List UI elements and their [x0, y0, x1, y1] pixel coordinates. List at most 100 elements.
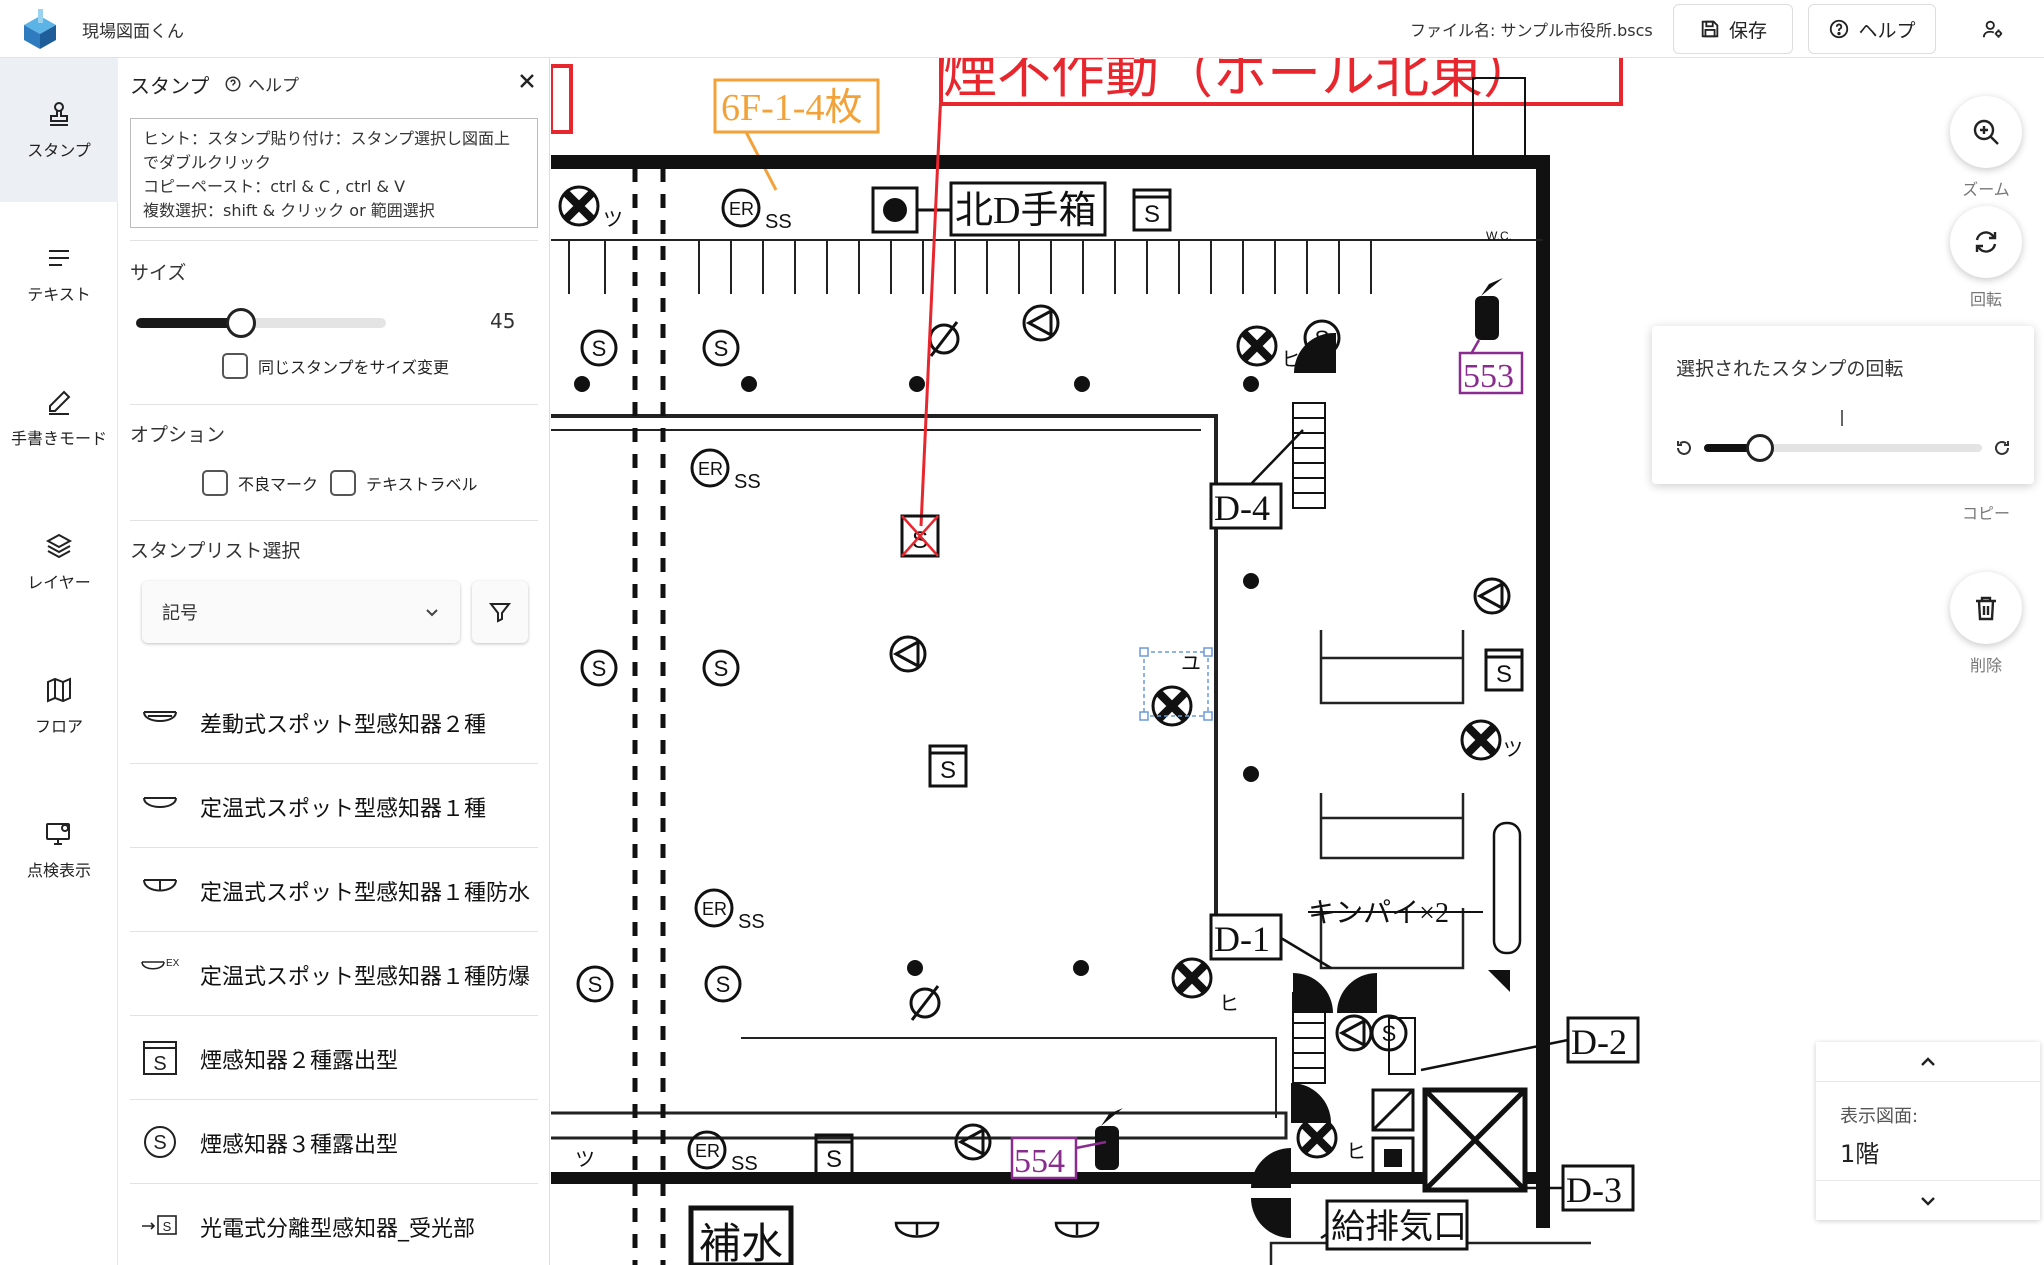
rotate-button[interactable]: [1950, 206, 2022, 278]
red-frame-left: [551, 64, 573, 134]
nav-label: 点検表示: [26, 861, 91, 880]
filter-button[interactable]: [472, 581, 528, 643]
nav-label: テキスト: [27, 285, 91, 304]
layers-icon: [45, 533, 73, 559]
size-label: サイズ: [130, 262, 187, 284]
rotate-right-icon[interactable]: [1992, 438, 2012, 458]
save-button[interactable]: 保存: [1673, 4, 1793, 54]
divider: [130, 520, 538, 521]
smoke-s-label: S: [714, 656, 729, 681]
resize-same-checkbox[interactable]: 同じスタンプをサイズ変更: [222, 353, 449, 379]
misc-symbols: [889, 304, 1511, 1161]
nav-text[interactable]: テキスト: [0, 202, 118, 346]
help-label: ヘルプ: [1858, 19, 1916, 42]
vent-dot: [1384, 1149, 1402, 1167]
ss-label: SS: [734, 471, 761, 493]
pencil-icon: [49, 390, 71, 415]
panel-help-link[interactable]: ヘルプ: [224, 71, 299, 96]
help-button[interactable]: ヘルプ: [1808, 4, 1936, 54]
hi-label: ヒ: [1219, 993, 1239, 1015]
zoom-button[interactable]: [1950, 96, 2022, 168]
smoke-detector-squares: [814, 188, 1524, 1177]
nav-label: レイヤー: [27, 573, 91, 592]
hint-line: コピーペースト：ctrl & C , ctrl & V: [143, 177, 406, 196]
app-title: 現場図面くん: [82, 22, 184, 42]
hi-label: ヒ: [1346, 1141, 1366, 1163]
rotate-label: 回転: [1969, 290, 2002, 309]
floor-up-button[interactable]: [1816, 1042, 2040, 1082]
stamp-item[interactable]: 定温式スポット型感知器１種防水: [130, 848, 538, 932]
checkbox-box[interactable]: [222, 353, 248, 379]
glyph: S: [153, 1132, 166, 1154]
delete-tool[interactable]: 削除: [1950, 572, 2022, 676]
square-s-label: S: [1144, 201, 1160, 228]
chevron-down-icon: [426, 609, 438, 617]
nav-floor[interactable]: フロア: [0, 634, 118, 778]
er-label: ER: [695, 1141, 720, 1161]
rotate-left-icon[interactable]: [1674, 438, 1694, 458]
ss-label: SS: [738, 911, 765, 933]
floor-down-button[interactable]: [1816, 1180, 2040, 1220]
floor-value: 1階: [1840, 1140, 1880, 1168]
stamp-item[interactable]: EX 定温式スポット型感知器１種防爆: [130, 932, 538, 1016]
stamp-item[interactable]: S 煙感知器２種露出型: [130, 1016, 538, 1100]
help-circle-icon: [225, 76, 241, 91]
filter-icon: [488, 603, 512, 623]
zoom-tool[interactable]: ズーム: [1950, 96, 2022, 200]
user-settings-button[interactable]: [1962, 4, 2024, 54]
hint-box: ヒント：スタンプ貼り付け：スタンプ選択し図面上でダブルクリック コピーペースト：…: [130, 118, 538, 228]
delete-label: 削除: [1969, 656, 2002, 675]
glyph: S: [163, 1219, 172, 1234]
text-lines-icon: [49, 250, 69, 266]
north-box-label: 北D手箱: [955, 190, 1096, 232]
rotate-tool[interactable]: 回転: [1950, 206, 2022, 310]
stamp-item[interactable]: S 煙感知器３種露出型: [130, 1100, 538, 1184]
drawing-canvas[interactable]: 煙不作動（ホール北東） 6F-1-4枚 北D手箱 S S S S S S S S…: [551, 58, 1641, 1265]
stamp-item[interactable]: 定温式スポット型感知器１種: [130, 764, 538, 848]
rotation-slider[interactable]: [1704, 434, 1982, 462]
smoke-s-label: S: [592, 336, 607, 361]
outer-wall: [551, 155, 1550, 1228]
delete-button[interactable]: [1950, 572, 2022, 644]
rotation-title: 選択されたスタンプの回転: [1676, 358, 1904, 380]
smoke-s-label: S: [592, 656, 607, 681]
checkbox-box[interactable]: [202, 470, 228, 496]
top-bar: 現場図面くん ファイル名: サンプル市役所.bscs 保存 ヘルプ: [0, 0, 2044, 58]
rotation-center-tick: [1841, 410, 1843, 426]
stamp-label: 煙感知器２種露出型: [200, 1049, 399, 1074]
size-slider[interactable]: [136, 308, 386, 338]
red-leader-line: [919, 58, 945, 527]
nav-stamp[interactable]: スタンプ: [0, 58, 118, 202]
rotation-slider-thumb[interactable]: [1745, 434, 1774, 462]
defect-mark-checkbox[interactable]: 不良マーク: [202, 470, 318, 496]
checkbox-label: 同じスタンプをサイズ変更: [258, 358, 450, 377]
nav-layer[interactable]: レイヤー: [0, 490, 118, 634]
fixed-temp-detector-icon: [143, 797, 177, 808]
pb-box: [1492, 821, 1522, 955]
save-label: 保存: [1728, 19, 1767, 42]
stamp-list-select[interactable]: 記号: [142, 581, 460, 643]
app-logo-icon: [24, 9, 56, 49]
d1-label: D-1: [1214, 919, 1270, 959]
trash-icon: [1976, 596, 1996, 621]
stamp-item[interactable]: 差動式スポット型感知器２種: [130, 680, 538, 764]
stamp-label: 定温式スポット型感知器１種防爆: [200, 965, 531, 990]
user-gear-icon: [1982, 20, 2003, 38]
chevron-down-icon: [1921, 1196, 1935, 1206]
close-icon[interactable]: [514, 68, 540, 94]
floor-panel: 表示図面: 1階: [1816, 1042, 2040, 1220]
checkbox-box[interactable]: [330, 470, 356, 496]
diff-spot-detector-icon: [143, 711, 177, 722]
stamp-item[interactable]: S 光電式分離型感知器_受光部: [130, 1184, 538, 1265]
size-slider-thumb[interactable]: [226, 308, 256, 338]
tsu-label: ツ: [1503, 739, 1523, 761]
explosion-proof-detector-icon: EX: [141, 958, 180, 970]
stamp-label: 煙感知器３種露出型: [200, 1133, 399, 1158]
nav-inspection[interactable]: 点検表示: [0, 778, 118, 922]
tsu-label: ツ: [603, 209, 623, 231]
stamp-list-value: 記号: [162, 603, 198, 624]
nav-handwriting[interactable]: 手書きモード: [0, 346, 118, 490]
monitor-user-icon: [46, 823, 70, 845]
text-label-checkbox[interactable]: テキストラベル: [330, 470, 478, 496]
panel-box-dot: [883, 198, 907, 222]
